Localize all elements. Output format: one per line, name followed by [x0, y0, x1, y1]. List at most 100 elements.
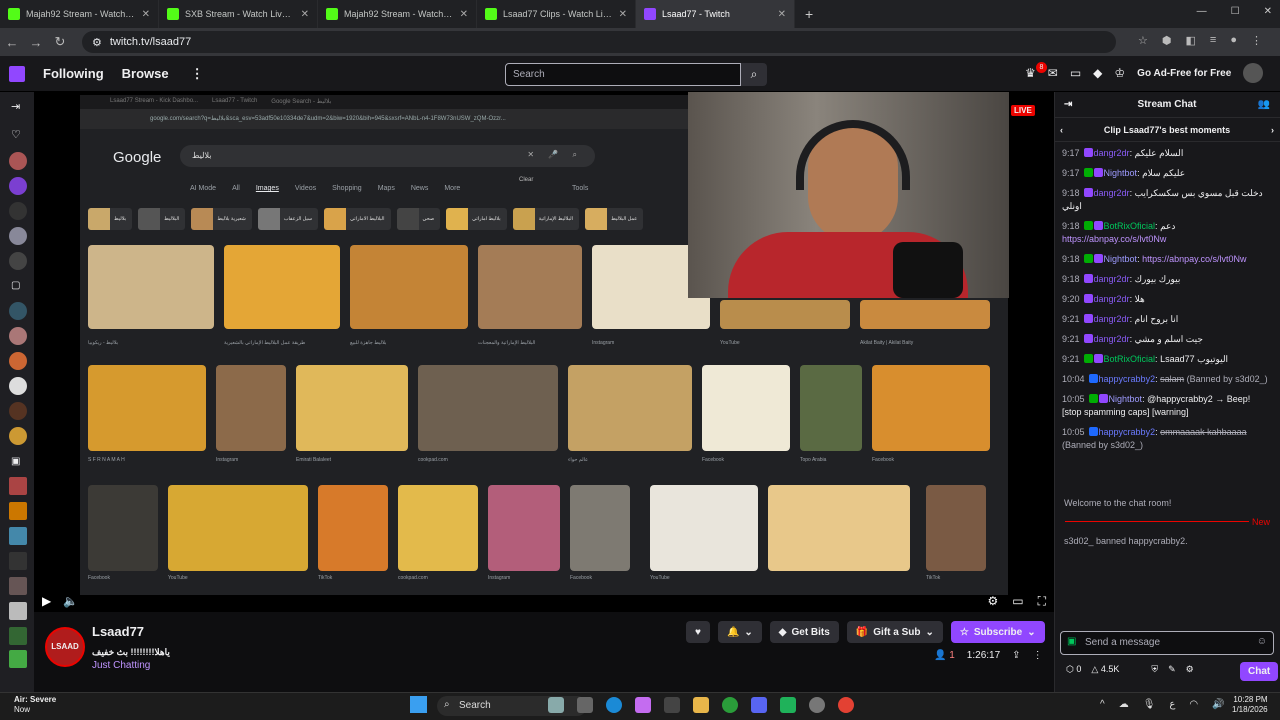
chat-badge-icon[interactable]	[1083, 254, 1093, 263]
task-view-icon[interactable]	[577, 697, 593, 713]
ad-free-crown-icon[interactable]: ♔	[1114, 66, 1125, 80]
chat-username[interactable]: Nightbot	[1104, 254, 1138, 264]
channel-name[interactable]: Lsaad77	[92, 624, 144, 639]
chat-username[interactable]: Nightbot	[1109, 394, 1143, 404]
twitch-logo-icon[interactable]	[9, 65, 25, 82]
recommended-channel-avatar[interactable]	[9, 402, 27, 420]
category-thumbnail[interactable]	[9, 502, 27, 520]
followed-channel-avatar[interactable]	[9, 227, 27, 245]
chat-username[interactable]: dangr2dr	[1094, 148, 1130, 158]
windows-start-icon[interactable]	[410, 696, 427, 713]
category-thumbnail[interactable]	[9, 552, 27, 570]
chat-badge-icon[interactable]	[1088, 427, 1098, 436]
category-thumbnail[interactable]	[9, 627, 27, 645]
settings-gear-icon[interactable]: ⚙	[987, 594, 998, 609]
cloud-icon[interactable]: ☁	[1119, 699, 1129, 710]
speaker-icon[interactable]: 🔊	[1212, 699, 1224, 710]
user-avatar[interactable]	[1243, 63, 1264, 83]
recommended-channel-avatar[interactable]	[9, 377, 27, 395]
chrome-icon[interactable]	[838, 697, 854, 713]
pencil-icon[interactable]: ✎	[1168, 664, 1176, 675]
chat-badge-icon[interactable]	[1088, 394, 1098, 403]
stream-category-link[interactable]: Just Chatting	[92, 660, 150, 671]
chat-username[interactable]: happycrabby2	[1099, 374, 1156, 384]
followed-channel-avatar[interactable]	[9, 177, 27, 195]
close-window-icon[interactable]: ✕	[1264, 6, 1272, 17]
category-thumbnail[interactable]	[9, 577, 27, 595]
category-thumbnail[interactable]	[9, 477, 27, 495]
recommended-channel-avatar[interactable]	[9, 427, 27, 445]
copilot-icon[interactable]	[635, 697, 651, 713]
back-icon[interactable]: ←	[0, 35, 24, 50]
chat-username[interactable]: happycrabby2	[1099, 427, 1156, 437]
nav-following[interactable]: Following	[43, 66, 104, 81]
wifi-icon[interactable]: ◠	[1189, 699, 1198, 710]
close-tab-icon[interactable]: ✕	[142, 9, 150, 20]
tray-overflow-icon[interactable]: ^	[1100, 699, 1105, 710]
channel-points[interactable]: ⬡ 0	[1066, 664, 1081, 675]
file-explorer-icon[interactable]	[693, 697, 709, 713]
prime-loot-icon[interactable]: ♛	[1025, 66, 1036, 80]
xbox-icon[interactable]	[722, 697, 738, 713]
chat-username[interactable]: dangr2dr	[1094, 188, 1130, 198]
chat-badge-icon[interactable]	[1083, 354, 1093, 363]
language-icon[interactable]: ع	[1169, 699, 1175, 710]
chat-badge-icon[interactable]	[1093, 221, 1103, 230]
close-tab-icon[interactable]: ✕	[778, 9, 786, 20]
nav-browse[interactable]: Browse	[122, 66, 169, 81]
chat-badge-icon[interactable]	[1093, 354, 1103, 363]
more-menu-icon[interactable]: ⋮	[191, 66, 204, 82]
browser-tab[interactable]: Majah92 Stream - Watch Live o✕	[0, 0, 159, 28]
browser-menu-icon[interactable]: ⋮	[1251, 34, 1262, 47]
settings-icon[interactable]	[809, 697, 825, 713]
forward-icon[interactable]: →	[24, 35, 48, 50]
message-link[interactable]: https://abnpay.co/s/lvt0Nw	[1142, 254, 1246, 264]
chat-input[interactable]: ▣ Send a message ☺	[1060, 631, 1274, 655]
recommended-channel-avatar[interactable]	[9, 352, 27, 370]
taskbar-clock[interactable]: 10:28 PM 1/18/2026	[1232, 695, 1268, 715]
obs-icon[interactable]	[780, 697, 796, 713]
reload-icon[interactable]: ↻	[48, 34, 72, 50]
followed-channel-avatar[interactable]	[9, 252, 27, 270]
chat-username[interactable]: BotRixOficial	[1104, 354, 1156, 364]
site-info-icon[interactable]: ⚙	[92, 36, 102, 49]
fullscreen-icon[interactable]: ⛶	[1038, 594, 1046, 609]
chevron-right-icon[interactable]: ›	[1271, 118, 1274, 142]
edge-icon[interactable]	[606, 697, 622, 713]
chat-badge-icon[interactable]	[1083, 314, 1093, 323]
subscribe-button[interactable]: ☆ Subscribe ⌄	[950, 621, 1045, 643]
microphone-icon[interactable]: 🎙	[1143, 699, 1156, 710]
search-icon[interactable]: ⌕	[741, 63, 767, 86]
weather-widget[interactable]: Air: Severe Now	[14, 695, 56, 715]
rewards-icon[interactable]: ▣	[1067, 636, 1076, 647]
new-tab-icon[interactable]: +	[805, 6, 813, 22]
channel-avatar[interactable]: LSAAD	[45, 627, 85, 667]
discord-icon[interactable]	[751, 697, 767, 713]
chat-badge-icon[interactable]	[1088, 374, 1098, 383]
close-tab-icon[interactable]: ✕	[619, 9, 627, 20]
shield-icon[interactable]: ⛨	[1151, 664, 1158, 675]
chat-badge-icon[interactable]	[1083, 168, 1093, 177]
chevron-left-icon[interactable]: ‹	[1060, 118, 1063, 142]
chat-badge-icon[interactable]	[1083, 221, 1093, 230]
share-icon[interactable]: ⇪	[1012, 650, 1020, 661]
go-ad-free-button[interactable]: Go Ad-Free for Free	[1137, 68, 1231, 79]
url-field[interactable]: ⚙ twitch.tv/lsaad77	[82, 31, 1116, 53]
category-thumbnail[interactable]	[9, 602, 27, 620]
extensions-puzzle-icon[interactable]: ◧	[1186, 34, 1196, 47]
bits-balance[interactable]: △ 4.5K	[1091, 664, 1119, 675]
maximize-icon[interactable]: ☐	[1231, 6, 1240, 17]
whispers-icon[interactable]: ▭	[1070, 66, 1081, 80]
widgets-icon[interactable]	[548, 697, 564, 713]
notifications-button[interactable]: 🔔 ⌄	[717, 621, 762, 643]
recommended-channel-avatar[interactable]	[9, 327, 27, 345]
theatre-mode-icon[interactable]: ▭	[1012, 594, 1023, 609]
volume-icon[interactable]: 🔈	[63, 594, 78, 608]
follow-heart-button[interactable]: ♥	[686, 621, 710, 643]
collapse-chat-icon[interactable]: ⇥	[1064, 92, 1072, 118]
chat-badge-icon[interactable]	[1098, 394, 1108, 403]
close-tab-icon[interactable]: ✕	[460, 9, 468, 20]
chat-username[interactable]: dangr2dr	[1094, 294, 1130, 304]
twitch-search-input[interactable]: Search	[505, 63, 741, 86]
category-thumbnail[interactable]	[9, 650, 27, 668]
